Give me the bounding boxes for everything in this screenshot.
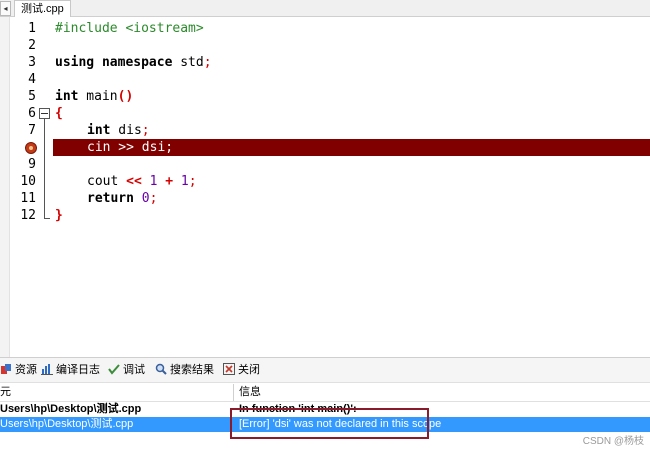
- resource-icon: [1, 364, 11, 374]
- file-tab-active[interactable]: 测试.cpp: [14, 0, 71, 17]
- line-number: 4: [28, 72, 36, 87]
- column-header-unit[interactable]: 元: [0, 384, 11, 401]
- close-icon: [223, 363, 235, 375]
- panel-tab-debug[interactable]: 调试: [108, 362, 145, 378]
- chart-icon: [41, 364, 53, 375]
- line-number: 10: [20, 174, 36, 189]
- line-number: 9: [28, 157, 36, 172]
- code-line-9: 9: [0, 156, 650, 173]
- identifier: cout: [87, 174, 127, 189]
- panel-tab-close[interactable]: 关闭: [223, 362, 260, 378]
- line-number: 1: [28, 21, 36, 36]
- brace-open: {: [55, 106, 63, 121]
- line-text: cin >> dsi;: [87, 140, 174, 155]
- semicolon: ;: [141, 123, 150, 138]
- code-line-12: 12 }: [0, 207, 650, 224]
- check-icon: [108, 364, 120, 375]
- line-number: 3: [28, 55, 36, 70]
- brace-close: }: [55, 208, 63, 223]
- code-line-11: 11 return 0;: [0, 190, 650, 207]
- semicolon: ;: [188, 174, 197, 189]
- line-number: 2: [28, 38, 36, 53]
- line-number: 6: [28, 106, 36, 121]
- code-line-1: 1 #include <iostream>: [0, 20, 650, 37]
- line-number: 12: [20, 208, 36, 223]
- keyword: using namespace: [55, 55, 173, 70]
- line-text: return 0;: [87, 190, 157, 207]
- panel-tab-label: 资源: [15, 364, 37, 376]
- tab-scroll-left-button[interactable]: ◂: [0, 1, 11, 16]
- panel-tab-label: 编译日志: [56, 364, 100, 376]
- parentheses: (): [117, 89, 134, 104]
- line-text: }: [55, 207, 63, 224]
- line-text: int dis;: [87, 122, 150, 139]
- message-unit: Users\hp\Desktop\测试.cpp: [0, 403, 142, 415]
- semicolon: ;: [149, 191, 158, 206]
- column-separator[interactable]: [233, 384, 234, 401]
- message-unit: Users\hp\Desktop\测试.cpp: [0, 418, 134, 430]
- line-number: 11: [20, 191, 36, 206]
- line-text: int main(): [55, 88, 133, 105]
- panel-tab-label: 搜索结果: [170, 364, 214, 376]
- keyword: return: [87, 191, 134, 206]
- identifier: dis: [110, 123, 142, 138]
- error-marker-icon[interactable]: [25, 142, 37, 154]
- preprocessor-directive: #include <iostream>: [55, 21, 204, 36]
- watermark: CSDN @杨枝: [582, 436, 644, 447]
- code-line-4: 4: [0, 71, 650, 88]
- keyword: int: [87, 123, 111, 138]
- line-number: 5: [28, 89, 36, 104]
- message-list-header: 元 信息: [0, 384, 650, 402]
- panel-tab-label: 关闭: [238, 364, 260, 376]
- code-line-10: 10 cout << 1 + 1;: [0, 173, 650, 190]
- semicolon: ;: [203, 55, 212, 70]
- number-literal: 0: [133, 191, 150, 206]
- code-line-5: 5 int main(): [0, 88, 650, 105]
- panel-tab-search-results[interactable]: 搜索结果: [155, 362, 214, 378]
- line-text: #include <iostream>: [55, 20, 204, 37]
- keyword: int: [55, 89, 79, 104]
- code-line-2: 2: [0, 37, 650, 54]
- line-text: cout << 1 + 1;: [87, 173, 197, 190]
- panel-tab-compile-log[interactable]: 编译日志: [41, 362, 100, 378]
- error-highlight-box: [230, 408, 429, 439]
- code-line-6: 6 {: [0, 105, 650, 122]
- line-number: 7: [28, 123, 36, 138]
- panel-tab-label: 调试: [123, 364, 145, 376]
- panel-tab-bar: 资源 编译日志 调试 搜索结果 关闭: [0, 358, 650, 383]
- number-literal: 1: [141, 174, 158, 189]
- identifier: std: [172, 55, 204, 70]
- number-literal: 1: [173, 174, 189, 189]
- operator: <<: [126, 174, 142, 189]
- code-editor[interactable]: 1 #include <iostream> 2 3 using namespac…: [0, 17, 650, 357]
- panel-tab-resources[interactable]: 资源: [0, 362, 37, 378]
- identifier: main: [78, 89, 118, 104]
- code-line-8-error: cin >> dsi;: [0, 139, 650, 156]
- code-line-3: 3 using namespace std;: [0, 54, 650, 71]
- operator: +: [157, 174, 174, 189]
- code-line-7: 7 int dis;: [0, 122, 650, 139]
- column-header-message[interactable]: 信息: [239, 384, 261, 401]
- bottom-panel: 资源 编译日志 调试 搜索结果 关闭 元 信息 Users\hp\Desktop…: [0, 357, 650, 450]
- line-text: using namespace std;: [55, 54, 212, 71]
- line-text: {: [55, 105, 63, 122]
- search-icon: [155, 363, 167, 375]
- file-tab-strip: ◂ 测试.cpp: [0, 0, 650, 17]
